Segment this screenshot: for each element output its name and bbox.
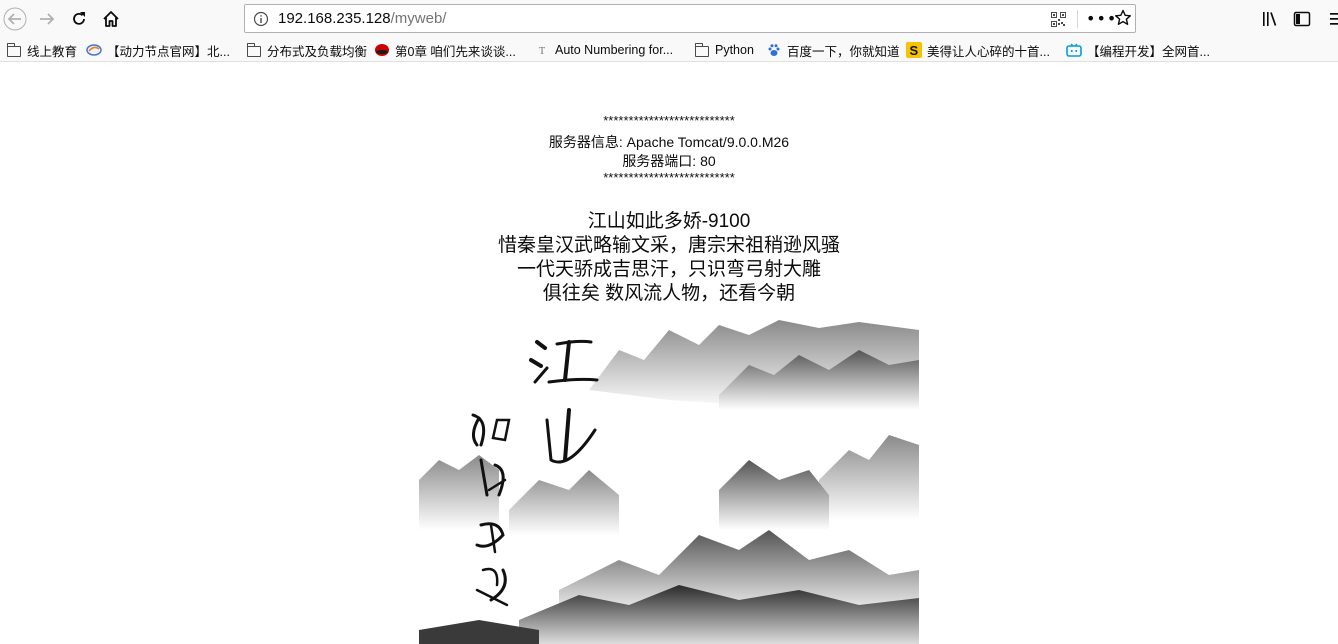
redhat-icon: [374, 43, 390, 57]
info-icon[interactable]: [253, 11, 269, 31]
bookmark-item[interactable]: 【动力节点官网】北...: [86, 41, 230, 59]
page-icon: T: [534, 43, 550, 57]
folder-icon: [246, 42, 262, 57]
bookmark-item[interactable]: 分布式及负载均衡: [246, 41, 367, 59]
sidebar-toggle-icon[interactable]: [1293, 10, 1311, 32]
bookmark-item[interactable]: 线上教育: [6, 41, 77, 59]
s-logo-icon: S: [906, 42, 922, 58]
library-icon[interactable]: [1261, 10, 1279, 32]
separator-stars-top: **************************: [603, 113, 735, 128]
ink-landscape-image: [419, 320, 919, 644]
qr-code-icon[interactable]: [1051, 12, 1066, 31]
back-arrow-icon: [3, 7, 27, 31]
poem-line: 惜秦皇汉武略输文采，唐宗宋祖稍逊风骚: [497, 235, 840, 256]
bookmark-label: 百度一下，你就知道: [787, 44, 900, 59]
folder-icon: [6, 42, 22, 57]
home-icon: [103, 11, 119, 27]
bookmark-label: 【动力节点官网】北...: [107, 44, 230, 59]
bookmark-label: Python: [715, 43, 754, 57]
bookmark-label: Auto Numbering for...: [555, 43, 674, 57]
hamburger-menu-icon[interactable]: [1328, 10, 1338, 32]
poem-title: 江山如此多娇-9100: [587, 211, 751, 232]
url-host: 192.168.235.128: [278, 10, 391, 27]
forward-arrow-icon: [40, 13, 55, 25]
poem-line: 一代天骄成吉思汗，只识弯弓射大雕: [516, 259, 821, 280]
page-actions-menu-button[interactable]: •••: [1086, 9, 1117, 28]
forward-button[interactable]: [34, 7, 60, 31]
bookmark-item[interactable]: 百度一下，你就知道: [766, 41, 900, 59]
bookmark-label: 美得让人心碎的十首...: [927, 44, 1050, 59]
home-button[interactable]: [98, 7, 124, 31]
server-port-text: 服务器端口: 80: [622, 153, 716, 169]
bookmark-item[interactable]: S 美得让人心碎的十首...: [906, 41, 1050, 59]
separator-stars-bottom: **************************: [603, 170, 735, 185]
baidu-paw-icon: [766, 43, 782, 57]
bookmark-item[interactable]: 第0章 咱们先来谈谈...: [374, 41, 516, 59]
bookmark-label: 【编程开发】全网首...: [1087, 44, 1210, 59]
bookmark-item[interactable]: 【编程开发】全网首...: [1066, 41, 1210, 59]
svg-text:T: T: [539, 46, 545, 57]
url-text[interactable]: 192.168.235.128/myweb/: [278, 10, 446, 27]
bookmark-label: 分布式及负载均衡: [267, 44, 368, 59]
bilibili-tv-icon: [1066, 43, 1082, 57]
svg-text:S: S: [910, 43, 919, 58]
url-path: /myweb/: [390, 10, 447, 27]
bookmark-label: 第0章 咱们先来谈谈...: [395, 44, 516, 59]
server-info-text: 服务器信息: Apache Tomcat/9.0.0.M26: [548, 134, 790, 150]
bookmark-label: 线上教育: [27, 44, 78, 59]
back-button[interactable]: [2, 7, 28, 31]
poem-line: 俱往矣 数风流人物，还看今朝: [542, 283, 796, 304]
bookmark-item[interactable]: T Auto Numbering for...: [534, 41, 673, 59]
bookmark-star-icon[interactable]: [1114, 9, 1132, 31]
url-separator: [1077, 10, 1078, 28]
bookmarks-toolbar: 线上教育 【动力节点官网】北... 分布式及负载均衡 第0章 咱们先来谈谈...…: [0, 38, 1338, 62]
reload-button[interactable]: [66, 7, 92, 31]
bookmark-item[interactable]: Python: [694, 41, 754, 59]
browser-toolbar: 192.168.235.128/myweb/ •••: [0, 0, 1338, 38]
site-icon: [86, 43, 102, 57]
folder-icon: [694, 42, 710, 57]
reload-icon: [73, 12, 85, 25]
address-bar[interactable]: 192.168.235.128/myweb/ •••: [244, 4, 1136, 33]
